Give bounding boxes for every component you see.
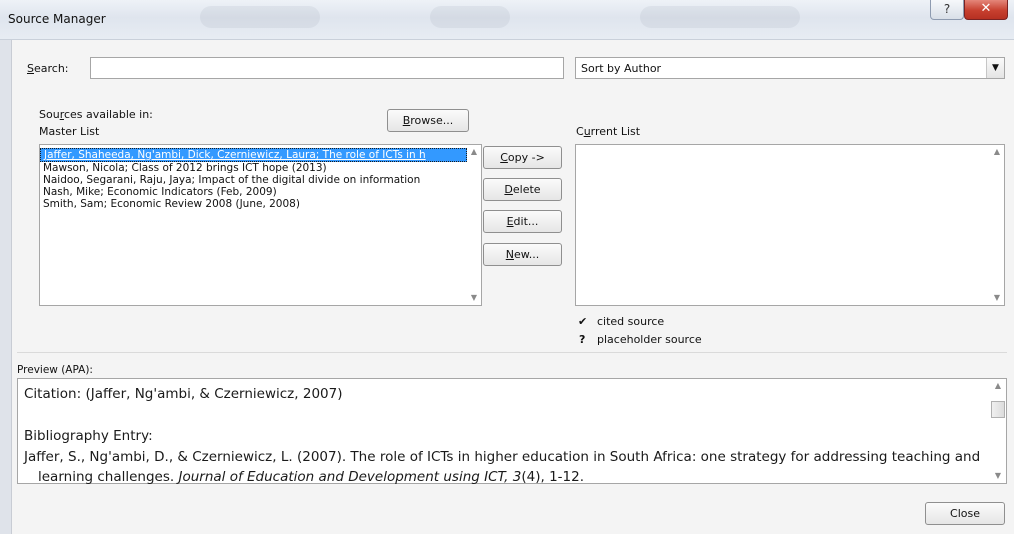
scrollbar-thumb[interactable] [991,401,1005,418]
preview-citation: Citation: (Jaffer, Ng'ambi, & Czerniewic… [24,386,343,402]
title-bar-decoration [640,6,800,28]
cited-source-legend: cited source [597,315,665,328]
browse-button[interactable]: Browse... [387,109,469,132]
master-list-item[interactable]: Smith, Sam; Economic Review 2008 (June, … [40,198,467,210]
scroll-up-icon[interactable]: ▲ [990,145,1004,159]
search-label: Search: [27,62,69,75]
preview-bibliography-line: Jaffer, S., Ng'ambi, D., & Czerniewicz, … [24,449,981,465]
master-list-item[interactable]: Mawson, Nicola; Class of 2012 brings ICT… [40,162,467,174]
sort-dropdown-value: Sort by Author [581,62,662,75]
search-input[interactable] [90,57,564,79]
placeholder-source-legend: placeholder source [597,333,702,346]
window-left-border [0,40,12,534]
delete-button[interactable]: Delete [483,178,562,201]
chevron-down-icon[interactable]: ▼ [986,58,1004,78]
scroll-down-icon[interactable]: ▼ [467,291,481,305]
master-list-scrollbar[interactable]: ▲ ▼ [467,145,481,305]
master-list[interactable]: Jaffer, Shaheeda, Ng'ambi, Dick, Czernie… [39,144,482,306]
scroll-up-icon[interactable]: ▲ [467,145,481,159]
close-button[interactable]: Close [925,502,1005,525]
preview-bibliography-heading: Bibliography Entry: [24,428,153,444]
preview-scrollbar[interactable]: ▲ ▼ [990,379,1006,483]
current-list-label: Current List [576,125,641,138]
master-list-items: Jaffer, Shaheeda, Ng'ambi, Dick, Czernie… [40,148,467,210]
preview-pane[interactable]: Citation: (Jaffer, Ng'ambi, & Czerniewic… [17,378,1007,485]
master-list-item[interactable]: Naidoo, Segarani, Raju, Jaya; Impact of … [40,174,467,186]
title-bar-decoration [430,6,510,28]
scroll-down-icon[interactable]: ▼ [990,469,1006,483]
window-close-button[interactable]: ✕ [964,0,1008,20]
master-list-item[interactable]: Nash, Mike; Economic Indicators (Feb, 20… [40,186,467,198]
title-bar-decoration [200,6,320,28]
scroll-up-icon[interactable]: ▲ [990,379,1006,393]
preview-bibliography-line: learning challenges. Journal of Educatio… [38,469,584,485]
scroll-down-icon[interactable]: ▼ [990,291,1004,305]
master-list-label: Master List [39,125,100,138]
current-list[interactable]: ▲ ▼ [575,144,1005,306]
checkmark-icon: ✔ [578,315,588,328]
dialog-body: Search: Sort by Author ▼ Sources availab… [12,40,1014,534]
title-bar[interactable] [0,0,1014,40]
new-button[interactable]: New... [483,243,562,266]
divider [17,352,1007,353]
edit-button[interactable]: Edit... [483,210,562,233]
preview-label: Preview (APA): [17,364,93,376]
sort-dropdown[interactable]: Sort by Author ▼ [575,57,1005,79]
master-list-item[interactable]: Jaffer, Shaheeda, Ng'ambi, Dick, Czernie… [40,148,467,162]
copy-button[interactable]: Copy -> [483,146,562,169]
window-title: Source Manager [8,12,106,26]
current-list-scrollbar[interactable]: ▲ ▼ [990,145,1004,305]
help-button[interactable]: ? [930,0,964,20]
sources-available-label: Sources available in: [39,108,153,121]
question-mark-icon: ? [579,333,586,346]
